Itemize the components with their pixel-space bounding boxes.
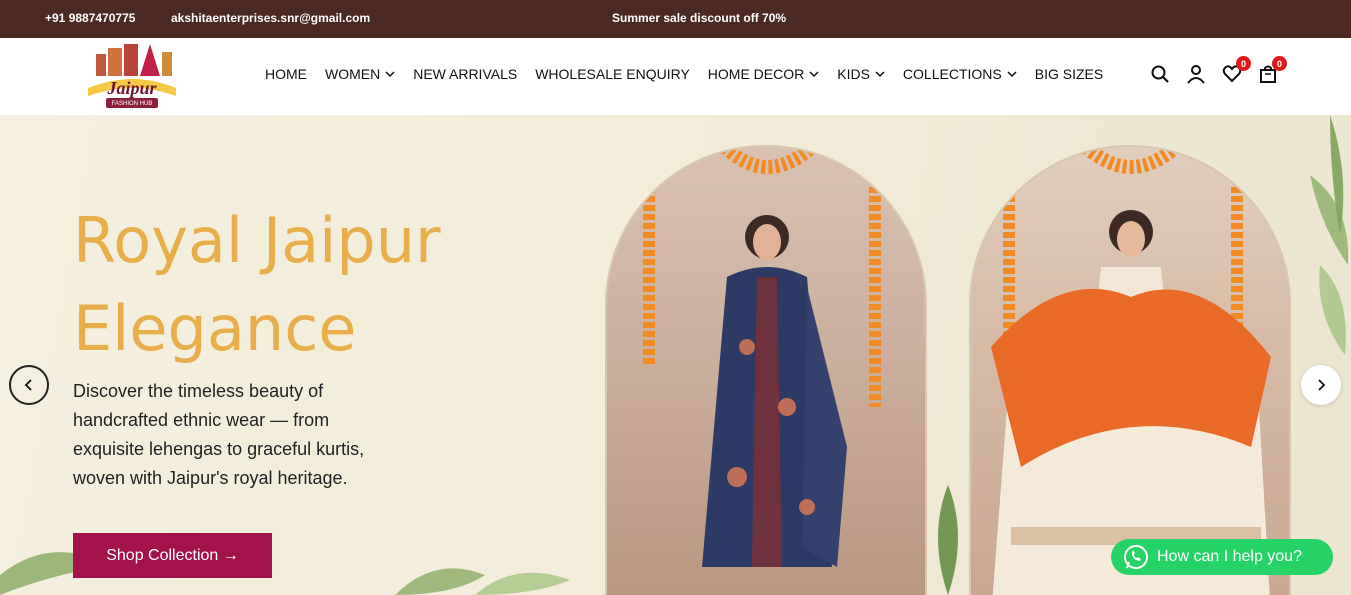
account-button[interactable] [1186,64,1206,86]
user-icon [1187,65,1205,84]
nav-home[interactable]: HOME [265,66,307,82]
carousel-prev-button[interactable] [9,365,49,405]
nav-label: WOMEN [325,66,381,82]
leaf-decoration-icon [1310,115,1349,355]
chevron-down-icon [1007,71,1017,78]
hero-title-line2: Elegance [73,292,357,365]
nav-collections[interactable]: COLLECTIONS [903,66,1017,82]
whatsapp-chat-button[interactable]: How can I help you? [1111,539,1333,575]
logo-tagline: FASHION HUB [112,101,153,107]
nav-new-arrivals[interactable]: NEW ARRIVALS [413,66,517,82]
nav-home-decor[interactable]: HOME DECOR [708,66,819,82]
cart-count-badge: 0 [1272,56,1287,71]
chevron-down-icon [875,71,885,78]
nav-label: BIG SIZES [1034,66,1104,82]
hero-title-line1: Royal Jaipur [73,204,441,277]
search-button[interactable] [1150,64,1170,86]
main-nav: HOME WOMEN NEW ARRIVALS WHOLESALE ENQUIR… [265,66,1121,82]
cart-button[interactable]: 0 [1258,56,1287,86]
nav-kids[interactable]: KIDS [837,66,885,82]
nav-label: HOME [265,66,307,82]
nav-label: WHOLESALE ENQUIRY [535,66,690,82]
site-header: FASHION HUB Jaipur HOME WOMEN NEW ARRIVA… [0,38,1351,115]
email-address[interactable]: akshitaenterprises.snr@gmail.com [171,11,370,25]
chevron-down-icon [809,71,819,78]
top-bar: +91 9887470775 akshitaenterprises.snr@gm… [0,0,1351,38]
whatsapp-icon [1124,545,1148,569]
wishlist-button[interactable]: 0 [1222,56,1251,86]
hero-banner: Royal Jaipur Elegance Discover the timel… [0,115,1351,595]
nav-label: KIDS [837,66,870,82]
nav-label: HOME DECOR [707,66,805,82]
carousel-next-button[interactable] [1301,365,1341,405]
wishlist-count-badge: 0 [1236,56,1251,71]
logo-name: Jaipur [106,78,157,98]
hero-image-lehenga [969,145,1291,595]
nav-women[interactable]: WOMEN [325,66,395,82]
nav-label: NEW ARRIVALS [413,66,518,82]
hero-description: Discover the timeless beauty of handcraf… [73,381,365,488]
chevron-right-icon [1318,379,1326,391]
search-icon [1151,65,1169,83]
leaf-decoration-icon [938,485,958,595]
hero-image-kurta [605,145,927,595]
leaf-decoration-icon [395,568,570,595]
chevron-left-icon [24,379,32,391]
chevron-down-icon [385,71,395,78]
promo-text: Summer sale discount off 70% [612,11,787,25]
hero-title: Royal Jaipur Elegance [73,197,573,373]
nav-big-sizes[interactable]: BIG SIZES [1035,66,1103,82]
nav-label: COLLECTIONS [902,66,1002,82]
shop-collection-button[interactable]: Shop Collection → [73,533,272,578]
whatsapp-label: How can I help you? [1157,548,1302,565]
nav-wholesale-enquiry[interactable]: WHOLESALE ENQUIRY [535,66,690,82]
phone-number[interactable]: +91 9887470775 [45,11,135,25]
brand-logo[interactable]: FASHION HUB Jaipur [84,40,180,112]
header-actions: 0 0 [1150,56,1287,86]
